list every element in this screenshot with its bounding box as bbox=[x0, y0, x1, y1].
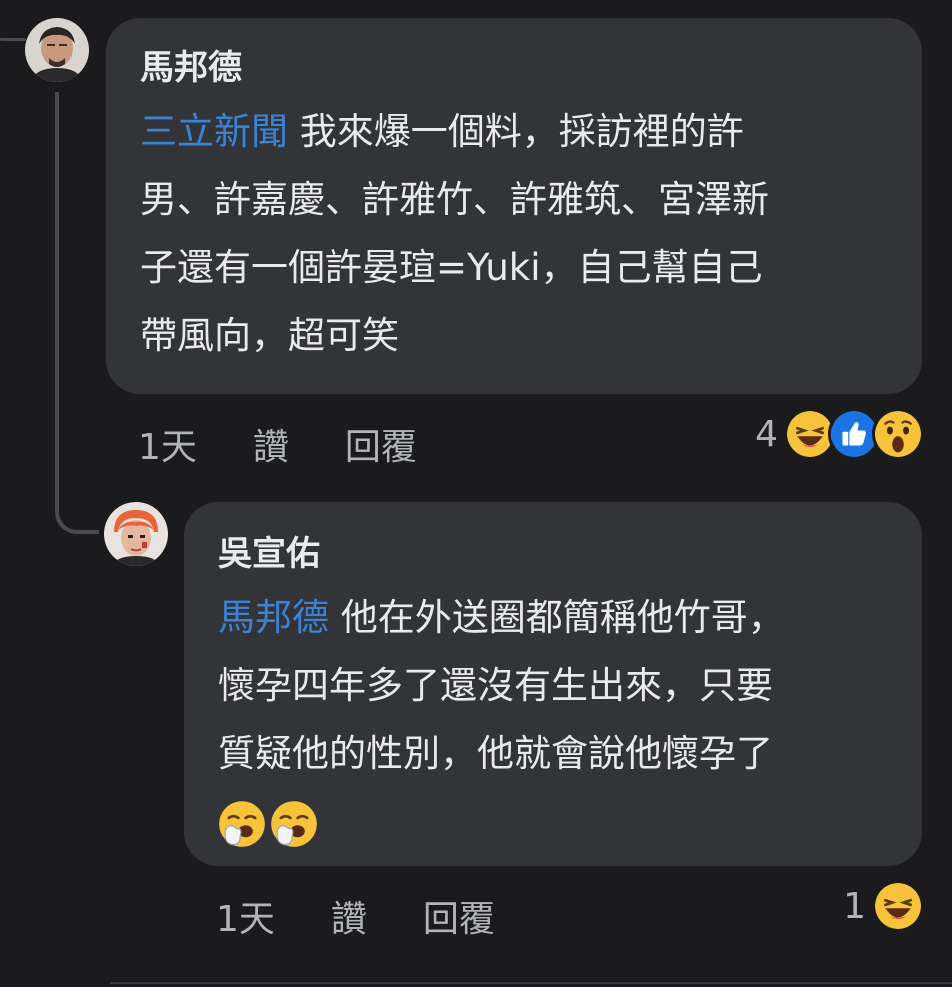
avatar[interactable] bbox=[25, 18, 89, 82]
wow-icon bbox=[872, 408, 924, 460]
avatar[interactable] bbox=[104, 502, 168, 566]
comment-thread: 馬邦德 三立新聞 我來爆一個料，採訪裡的許男、許嘉慶、許雅竹、許雅筑、宮澤新 子還… bbox=[0, 0, 952, 987]
comment-text: 馬邦德 他在外送圈都簡稱他竹哥， 懷孕四年多了還沒有生出來，只要 質疑他的性別，他就… bbox=[218, 584, 888, 856]
haha-icon bbox=[872, 880, 924, 932]
comment-line: 帶風向，超可笑 bbox=[140, 314, 399, 357]
reply-connector-curve bbox=[55, 472, 99, 534]
reply-button[interactable]: 回覆 bbox=[423, 890, 495, 942]
comment-actions: 1天 讚 回覆 bbox=[138, 418, 417, 470]
reaction-summary[interactable]: 1 bbox=[843, 880, 924, 932]
comment-text: 三立新聞 我來爆一個料，採訪裡的許男、許嘉慶、許雅竹、許雅筑、宮澤新 子還有一個許… bbox=[140, 98, 888, 370]
reply-button[interactable]: 回覆 bbox=[345, 418, 417, 470]
yawning-face-icon bbox=[271, 800, 317, 847]
reaction-count: 4 bbox=[755, 413, 778, 455]
like-button[interactable]: 讚 bbox=[331, 890, 367, 942]
divider bbox=[110, 982, 952, 984]
comment-line: 他在外送圈都簡稱他竹哥， bbox=[329, 596, 785, 639]
comment-line: 懷孕四年多了還沒有生出來，只要 bbox=[218, 664, 773, 707]
yawning-face-icon bbox=[219, 800, 265, 847]
comment-line: 質疑他的性別，他就會說他懷孕了 bbox=[218, 732, 773, 775]
comment-bubble: 吳宣佑 馬邦德 他在外送圈都簡稱他竹哥， 懷孕四年多了還沒有生出來，只要 質疑他的性… bbox=[184, 502, 922, 866]
comment-line: 我來爆一個料，採訪裡的許 bbox=[288, 110, 744, 153]
comment-author[interactable]: 馬邦德 bbox=[140, 42, 888, 94]
comment-line: 子還有一個許晏瑄=Yuki，自己幫自己 bbox=[140, 246, 763, 289]
reaction-count: 1 bbox=[843, 885, 866, 927]
thread-connector-line bbox=[55, 92, 59, 512]
mention-link[interactable]: 馬邦德 bbox=[218, 596, 329, 639]
like-button[interactable]: 讚 bbox=[253, 418, 289, 470]
reaction-summary[interactable]: 4 bbox=[755, 408, 924, 460]
comment-actions: 1天 讚 回覆 bbox=[216, 890, 495, 942]
comment-bubble: 馬邦德 三立新聞 我來爆一個料，採訪裡的許男、許嘉慶、許雅竹、許雅筑、宮澤新 子還… bbox=[106, 18, 922, 394]
comment-author[interactable]: 吳宣佑 bbox=[218, 528, 888, 580]
thread-connector-line bbox=[0, 38, 26, 41]
comment-time[interactable]: 1天 bbox=[138, 418, 197, 470]
comment-time[interactable]: 1天 bbox=[216, 890, 275, 942]
comment-line: 男、許嘉慶、許雅竹、許雅筑、宮澤新 bbox=[140, 178, 769, 221]
mention-link[interactable]: 三立新聞 bbox=[140, 110, 288, 153]
